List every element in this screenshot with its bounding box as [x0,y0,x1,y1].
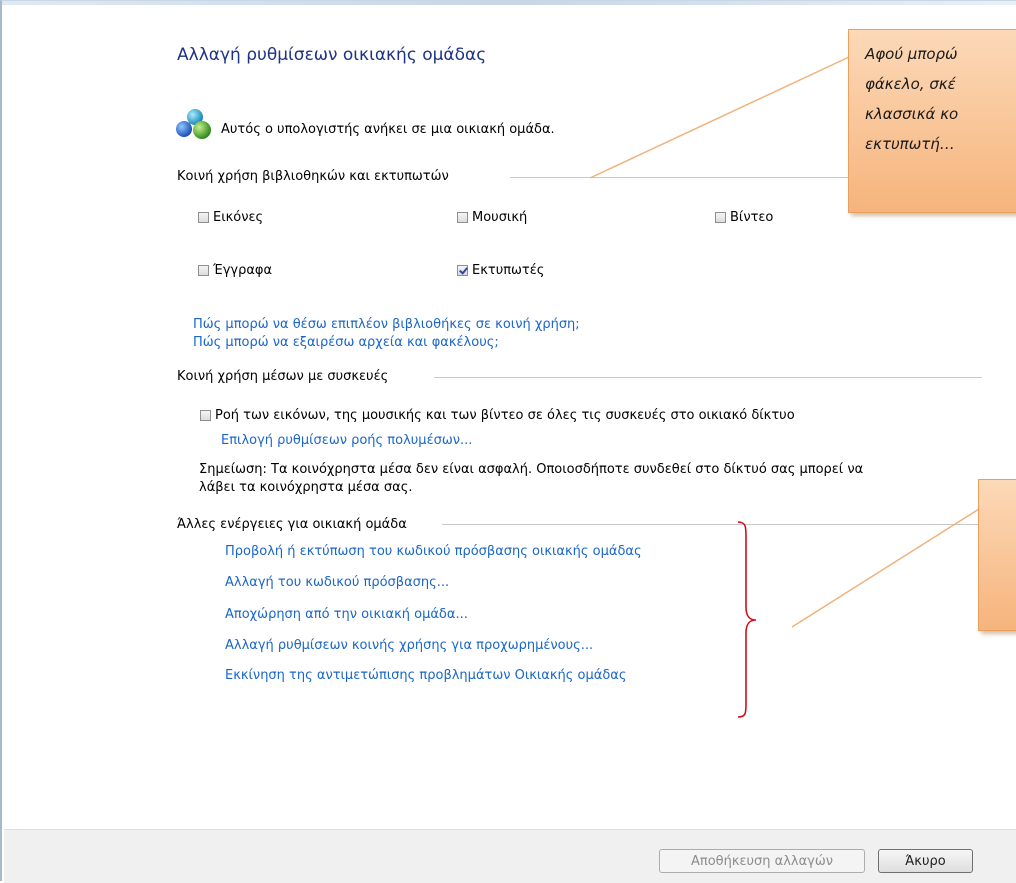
callout-note-top: Αφού μπορώ φάκελο, σκέ κλασσικά κο εκτυπ… [848,29,1016,213]
callout-line: φάκελο, σκέ [865,75,956,93]
save-changes-button[interactable]: Αποθήκευση αλλαγών [659,849,865,873]
callout-text: Αφού μπορώ φάκελο, σκέ κλασσικά κο εκτυπ… [849,30,1016,159]
callout-note-bottom [978,479,1016,631]
callout-line: Αφού μπορώ [865,45,958,63]
callout-line: κλασσικά κο [865,105,959,123]
cancel-button[interactable]: Άκυρο [878,849,973,873]
control-panel-window: Αλλαγή ρυθμίσεων οικιακής ομάδας Αυτός ο… [0,0,1016,883]
callout-line: εκτυπωτή… [865,135,955,153]
